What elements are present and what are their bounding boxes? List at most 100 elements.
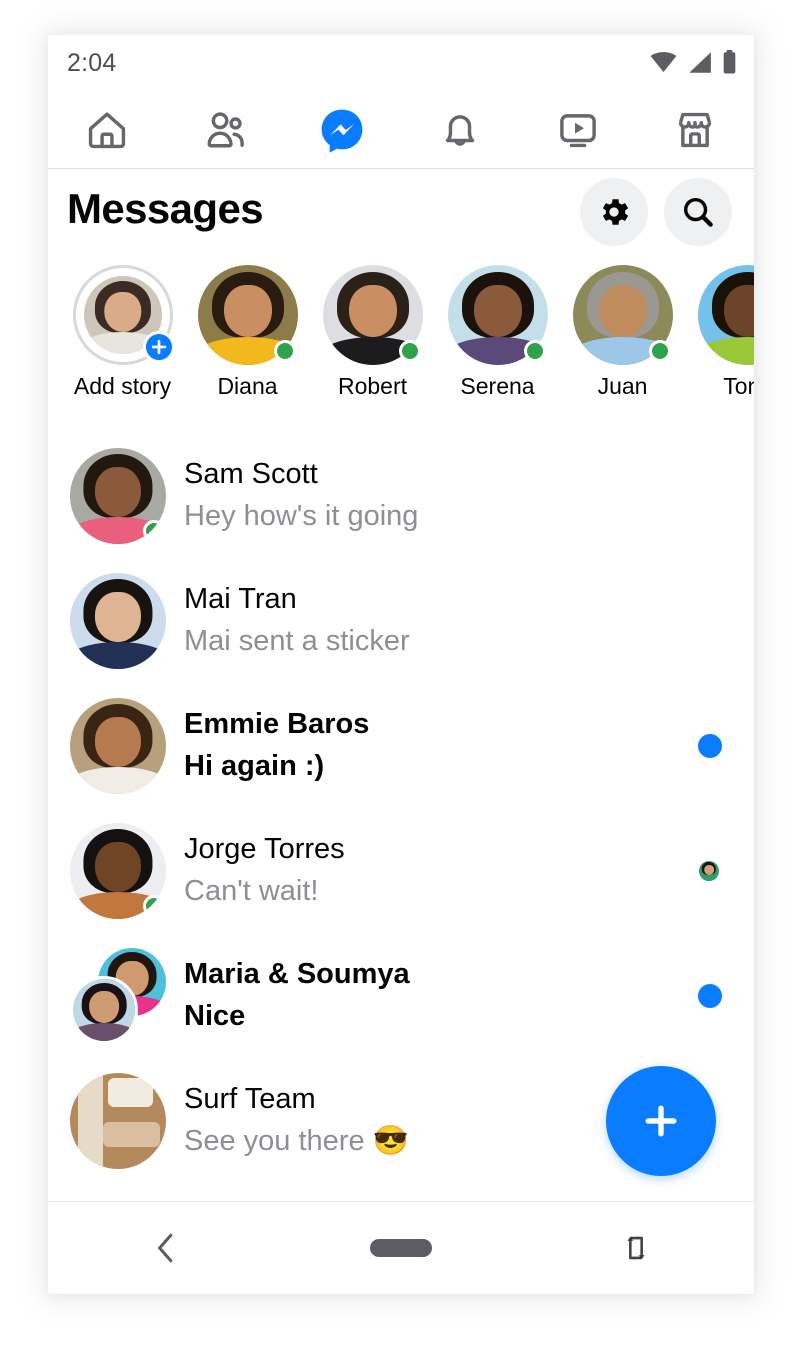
conversation-avatar	[70, 447, 166, 544]
conversation-avatar	[70, 697, 166, 794]
conversation-name: Sam Scott	[184, 458, 318, 491]
settings-button[interactable]	[580, 178, 648, 246]
conversation-row[interactable]: Emmie Baros Hi again :)	[48, 683, 754, 808]
story-label: Add story	[73, 373, 172, 399]
conversation-name: Maria & Soumya	[184, 958, 410, 991]
avatar-photo	[697, 265, 754, 365]
nav-tab-marketplace[interactable]	[636, 91, 754, 168]
avatar	[70, 822, 166, 919]
phone-frame: 2:04 Messages Add story Diana Robert Ser…	[48, 35, 754, 1294]
online-status-dot	[143, 519, 165, 542]
conversation-text: Mai Tran Mai sent a sticker	[184, 580, 410, 660]
conversation-row[interactable]: Mai Tran Mai sent a sticker	[48, 558, 754, 683]
wifi-icon	[650, 51, 677, 72]
unread-indicator-dot	[698, 983, 722, 1008]
battery-icon	[723, 50, 736, 74]
store-icon	[679, 112, 712, 147]
conversation-snippet: Can't wait!	[184, 874, 319, 907]
online-status-dot	[523, 340, 546, 362]
online-status-dot	[273, 340, 296, 362]
conversation-snippet: See you there 😎	[184, 1124, 409, 1157]
conversation-snippet: Hey how's it going	[184, 499, 419, 532]
conversation-text: Emmie Baros Hi again :)	[184, 705, 369, 785]
story-label: Tony	[723, 373, 754, 399]
avatar-photo	[70, 697, 166, 794]
plus-icon	[151, 339, 166, 355]
conversation-row[interactable]: Jorge Torres Can't wait!	[48, 808, 754, 933]
back-chevron-icon	[157, 1233, 172, 1263]
conversation-text: Surf Team See you there 😎	[184, 1080, 409, 1160]
story-label: Serena	[460, 373, 535, 399]
nav-tab-messenger[interactable]	[283, 91, 401, 168]
unread-indicator-dot	[698, 733, 722, 758]
avatar	[697, 265, 754, 365]
story-avatar[interactable]	[72, 265, 175, 365]
friends-icon	[207, 111, 244, 147]
android-home-button[interactable]	[283, 1202, 518, 1294]
online-status-dot	[398, 340, 421, 362]
story-item[interactable]: Robert	[310, 261, 435, 400]
bell-icon	[445, 114, 475, 146]
messenger-icon	[319, 107, 365, 153]
online-status-dot	[648, 340, 671, 362]
home-icon	[88, 112, 125, 148]
video-icon	[559, 113, 596, 147]
android-rotate-button[interactable]	[519, 1202, 754, 1294]
seen-by-avatar	[698, 859, 720, 882]
nav-tab-watch[interactable]	[519, 91, 637, 168]
conversation-row[interactable]: Sam Scott Hey how's it going	[48, 433, 754, 558]
story-avatar[interactable]	[697, 265, 754, 365]
status-bar: 2:04	[48, 35, 754, 91]
story-item[interactable]: Juan	[560, 261, 685, 400]
android-back-button[interactable]	[48, 1202, 283, 1294]
story-avatar[interactable]	[447, 265, 548, 365]
story-avatar[interactable]	[322, 265, 423, 365]
page-title: Messages	[67, 185, 264, 232]
avatar-photo	[73, 978, 135, 1041]
conversation-row[interactable]: Maria & Soumya Nice	[48, 933, 754, 1058]
nav-tab-friends[interactable]	[166, 91, 284, 168]
android-navigation-bar	[48, 1201, 754, 1294]
conversation-snippet: Mai sent a sticker	[184, 624, 410, 657]
story-item[interactable]: Diana	[185, 261, 310, 400]
avatar	[70, 572, 166, 669]
avatar	[70, 447, 166, 544]
top-navigation-bar	[48, 91, 754, 169]
conversation-name: Jorge Torres	[184, 833, 345, 866]
story-item[interactable]: Serena	[435, 261, 560, 400]
stories-row[interactable]: Add story Diana Robert Serena Juan Tony	[48, 261, 754, 421]
status-icons	[650, 50, 737, 74]
conversation-avatar	[70, 1072, 166, 1169]
avatar	[70, 1072, 166, 1169]
avatar	[70, 975, 138, 1044]
conversation-text: Sam Scott Hey how's it going	[184, 455, 418, 535]
header: Messages	[48, 169, 754, 261]
story-label: Robert	[337, 373, 408, 399]
conversation-text: Jorge Torres Can't wait!	[184, 830, 345, 910]
story-label: Juan	[597, 373, 648, 399]
story-avatar[interactable]	[572, 265, 673, 365]
conversation-name: Surf Team	[184, 1083, 316, 1116]
search-button[interactable]	[664, 178, 732, 246]
avatar-photo	[699, 860, 719, 881]
nav-tab-notifications[interactable]	[401, 91, 519, 168]
conversation-avatar	[70, 572, 166, 669]
new-message-fab[interactable]	[606, 1066, 716, 1176]
avatar	[70, 697, 166, 794]
conversation-snippet: Nice	[184, 999, 246, 1032]
plus-icon	[645, 1105, 677, 1137]
story-avatar[interactable]	[197, 265, 298, 365]
gear-icon	[602, 199, 629, 225]
conversation-snippet: Hi again :)	[184, 749, 325, 782]
story-label: Diana	[217, 373, 278, 399]
signal-icon	[689, 51, 711, 73]
rotate-screen-icon	[627, 1236, 645, 1260]
add-story-item[interactable]: Add story	[60, 261, 185, 400]
group-avatar	[70, 947, 166, 1044]
avatar-photo	[70, 572, 166, 669]
add-story-plus-badge[interactable]	[142, 331, 175, 363]
nav-tab-home[interactable]	[48, 91, 166, 168]
home-pill-icon	[369, 1239, 432, 1257]
story-item[interactable]: Tony	[685, 261, 754, 400]
conversation-avatar	[70, 947, 166, 1044]
